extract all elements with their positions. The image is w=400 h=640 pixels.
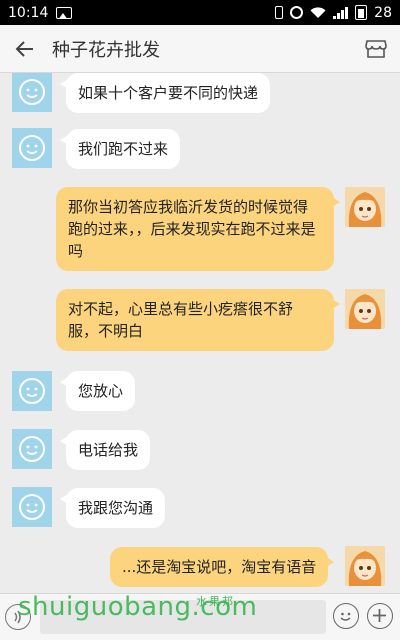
status-time: 10:14: [8, 4, 49, 21]
emoji-button[interactable]: [333, 603, 359, 629]
watermark-chinese: 水果邦: [196, 595, 235, 608]
seller-avatar[interactable]: [12, 371, 52, 411]
seller-avatar[interactable]: [12, 429, 52, 469]
user-avatar[interactable]: [345, 289, 385, 329]
seller-avatar[interactable]: [12, 73, 52, 112]
smiley-avatar-icon: [19, 494, 45, 520]
smiley-avatar-icon: [19, 79, 45, 105]
arrow-left-icon: [15, 40, 33, 57]
user-avatar[interactable]: [345, 546, 385, 586]
store-icon: [365, 40, 387, 58]
message-bubble-incoming[interactable]: 我跟您沟通: [59, 488, 166, 528]
message-bubble-outgoing[interactable]: 那你当初答应我临沂发货的时候觉得跑的过来，，后来发现实在跑不过来是吗: [56, 187, 340, 271]
message-bubble-outgoing[interactable]: 对不起，心里总有些小疙瘩很不舒服，不明白: [56, 289, 340, 351]
smiley-avatar-icon: [19, 135, 45, 161]
chat-message-list[interactable]: 如果十个客户要不同的快递 我们跑不过来 那你当初答应我临沂发货的时候觉得跑的过来…: [0, 73, 400, 593]
seller-avatar[interactable]: [12, 487, 52, 527]
smiley-avatar-icon: [19, 378, 45, 404]
seller-avatar[interactable]: [12, 128, 52, 168]
voice-icon: [14, 610, 21, 624]
smiley-icon: [340, 612, 351, 621]
battery-icon: [355, 5, 368, 20]
message-bubble-outgoing[interactable]: ...还是淘宝说吧，淘宝有语音: [110, 547, 335, 587]
chat-header: 种子花卉批发: [0, 25, 400, 73]
voice-button[interactable]: [5, 604, 31, 630]
chat-title: 种子花卉批发: [52, 39, 160, 61]
alarm-icon: [290, 6, 304, 19]
message-bubble-incoming[interactable]: 您放心: [59, 371, 136, 411]
girl-avatar-icon: [345, 546, 385, 586]
user-avatar[interactable]: [345, 187, 385, 227]
message-bubble-incoming[interactable]: 如果十个客户要不同的快递: [59, 73, 271, 113]
wifi-icon: [310, 6, 326, 18]
vibrate-icon: [275, 6, 284, 19]
more-options-button[interactable]: [367, 603, 393, 629]
message-bubble-incoming[interactable]: 我们跑不过来: [59, 129, 181, 169]
battery-level: 28: [374, 4, 392, 21]
status-bar: 10:14 28: [0, 0, 400, 25]
image-notification-icon: [56, 6, 73, 19]
girl-avatar-icon: [345, 187, 385, 227]
message-bubble-incoming[interactable]: 电话给我: [59, 430, 151, 470]
girl-avatar-icon: [345, 289, 385, 329]
shop-button[interactable]: [364, 37, 388, 61]
message-input[interactable]: [40, 600, 326, 634]
smiley-avatar-icon: [19, 436, 45, 462]
back-button[interactable]: [12, 36, 38, 62]
plus-icon: [373, 609, 386, 622]
signal-icon: [333, 6, 349, 19]
